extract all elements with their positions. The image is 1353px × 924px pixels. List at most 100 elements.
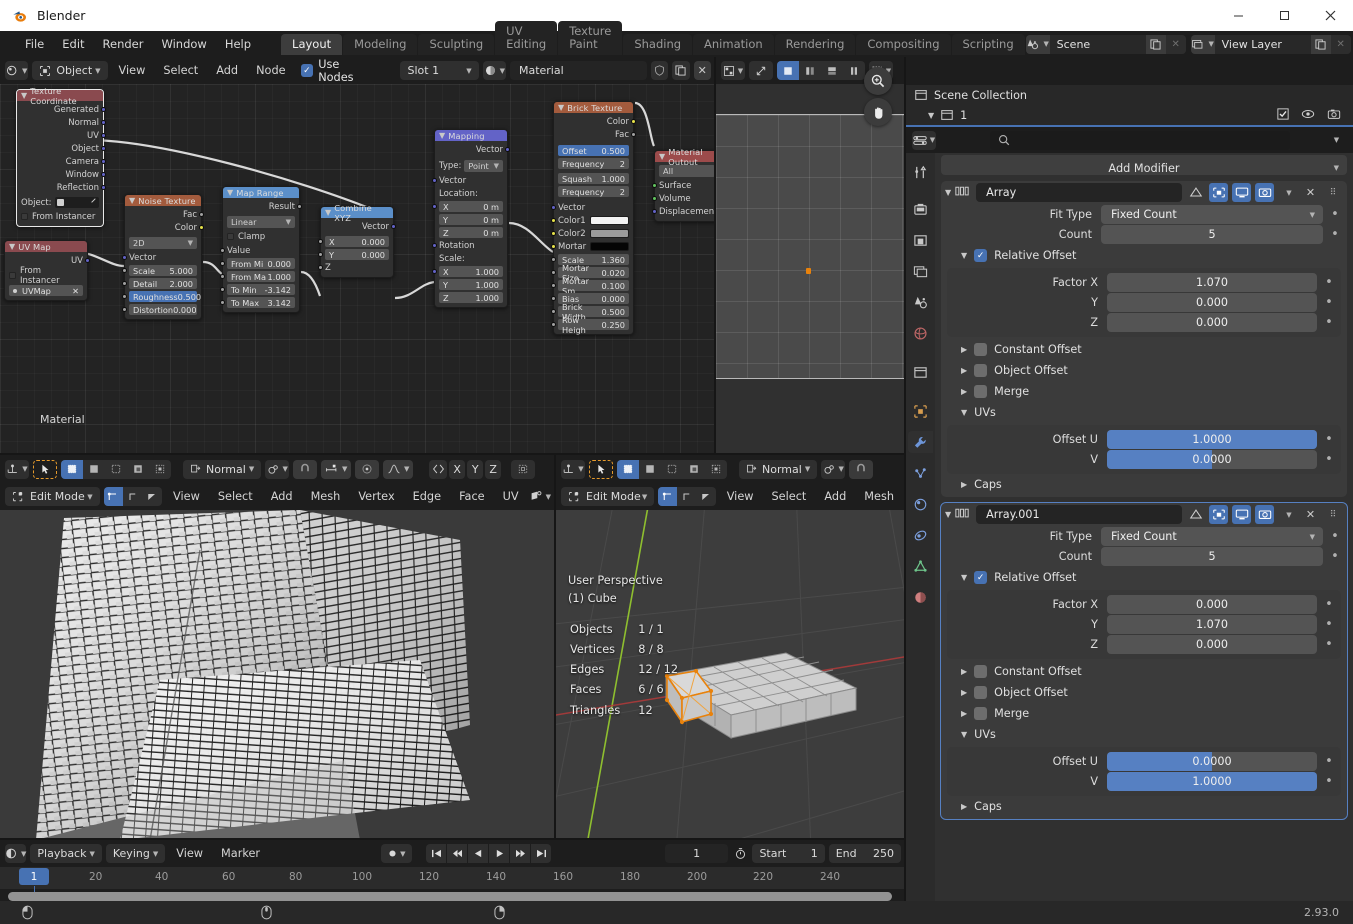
uvs-section[interactable]: ▼ UVs [941, 724, 1347, 745]
uv-menu-select[interactable]: Select [211, 488, 260, 505]
tab-object[interactable] [908, 400, 933, 422]
unlink-material-button[interactable]: ✕ [693, 61, 712, 80]
modifier-name-field[interactable]: Array.001 [976, 505, 1182, 524]
viewport-mesh-vertex-select-icon[interactable] [658, 487, 678, 506]
lock-x-button[interactable]: X [449, 459, 466, 479]
noise-detail-prop[interactable]: Detail 2.000 [129, 278, 197, 289]
viewport-subtract-select-icon[interactable] [661, 460, 683, 479]
viewport-mesh-edge-select-icon[interactable] [677, 487, 696, 506]
factor-z-field[interactable]: 0.000 [1107, 635, 1317, 654]
tab-material[interactable] [908, 586, 933, 608]
node-menu-view[interactable]: View [112, 62, 153, 79]
add-modifier-button[interactable]: Add Modifier ▼ [941, 155, 1347, 175]
collapse-triangle-icon[interactable]: ▶ [961, 387, 967, 396]
viewport-orientation-dropdown[interactable]: Normal ▼ [739, 459, 818, 479]
tab-particles[interactable] [908, 462, 933, 484]
fake-user-button[interactable] [650, 61, 669, 80]
select-all-icon[interactable] [149, 460, 171, 479]
location-y-prop[interactable]: Y 0 m [439, 214, 503, 225]
mirror-icon[interactable] [429, 459, 448, 479]
modifier-name-field[interactable]: Array [976, 183, 1182, 202]
fit-type-dropdown[interactable]: Fixed Count ▼ [1101, 527, 1323, 546]
timeline-playhead[interactable]: 1 [19, 868, 49, 885]
tab-output[interactable] [908, 229, 933, 251]
unlink-scene-button[interactable]: ✕ [1165, 34, 1186, 54]
animate-property-dot[interactable]: • [1329, 227, 1341, 242]
animate-property-dot[interactable]: • [1323, 452, 1335, 467]
factor-z-field[interactable]: 0.000 [1107, 313, 1317, 332]
brick-offset-prop[interactable]: Offset 0.500 [558, 145, 629, 156]
maximize-button[interactable] [1261, 0, 1307, 31]
viewport-invert-select-icon[interactable] [683, 460, 705, 479]
start-frame-field[interactable]: Start 1 [752, 844, 825, 863]
show-in-edit-mode-toggle[interactable] [1209, 183, 1228, 202]
from-max-prop[interactable]: From Ma 1.000 [227, 271, 295, 282]
uv-select-mode-group[interactable] [777, 61, 865, 80]
workspace-tab-animation[interactable]: Animation [693, 34, 774, 55]
mortar-smooth-prop[interactable]: Mortar Sm 0.100 [558, 276, 629, 296]
timeline-menu-marker[interactable]: Marker [214, 845, 267, 862]
delete-modifier-button[interactable]: ✕ [1301, 505, 1320, 524]
noise-scale-prop[interactable]: Scale 5.000 [129, 265, 197, 276]
animate-property-dot[interactable]: • [1323, 432, 1335, 447]
remove-view-layer-button[interactable]: ✕ [1330, 34, 1351, 54]
modifier-stack-panel[interactable]: Add Modifier ▼ ▼ Array ▼ ✕ ⠿ Fit Type Fi… [935, 153, 1353, 901]
node-canvas[interactable]: ▼ Texture Coordinate Generated Normal UV… [0, 84, 716, 455]
uv-vertex-select-icon[interactable] [777, 61, 799, 80]
use-preview-range-icon[interactable] [732, 844, 749, 863]
to-min-prop[interactable]: To Min -3.142 [227, 284, 295, 295]
falloff-dropdown[interactable]: ▼ [383, 459, 414, 479]
mesh-edge-select-icon[interactable] [123, 487, 142, 506]
tab-view-layer[interactable] [908, 260, 933, 282]
noise-distortion-prop[interactable]: Distortion 0.000 [129, 304, 197, 315]
modifier-extras-menu[interactable]: ▼ [1278, 505, 1297, 524]
editor-divider-right-panel[interactable] [904, 57, 906, 901]
modifier-drag-handle[interactable]: ⠿ [1324, 505, 1343, 524]
snap-target-dropdown[interactable]: ▼ [321, 459, 352, 479]
show-in-viewport-toggle[interactable] [1232, 183, 1251, 202]
object-offset-checkbox[interactable] [974, 364, 988, 377]
collapse-triangle-icon[interactable]: ▶ [961, 480, 967, 489]
relative-offset-checkbox[interactable]: ✓ [974, 249, 988, 262]
object-offset-section[interactable]: ▶ Object Offset [941, 360, 1347, 381]
node-texture-coordinate[interactable]: ▼ Texture Coordinate Generated Normal UV… [16, 86, 106, 227]
expand-triangle-icon[interactable]: ▼ [961, 573, 967, 582]
expand-triangle-icon[interactable]: ▼ [961, 408, 967, 417]
constant-offset-checkbox[interactable] [974, 665, 988, 678]
uv-menu-uv[interactable]: UV [496, 488, 526, 505]
pivot-point-button[interactable] [749, 61, 773, 80]
overlay-dropdown-button[interactable]: ▼ [530, 487, 551, 506]
uv-menu-mesh[interactable]: Mesh [304, 488, 348, 505]
animate-property-dot[interactable]: • [1323, 597, 1335, 612]
node-mapping[interactable]: ▼ Mapping Vector Type: Point ▼ Vector Loc… [432, 129, 510, 308]
fit-type-dropdown[interactable]: Fixed Count ▼ [1101, 205, 1323, 224]
expand-triangle-icon[interactable]: ▼ [945, 188, 951, 197]
node-header[interactable]: ▼ UV Map [5, 241, 87, 252]
tab-constraints[interactable] [908, 524, 933, 546]
node-header[interactable]: ▼ Mapping [435, 130, 507, 141]
collapse-triangle-icon[interactable]: ▶ [961, 345, 967, 354]
workspace-tab-texture-paint[interactable]: Texture Paint [558, 21, 623, 55]
lock-y-button[interactable]: Y [467, 459, 484, 479]
viewport-menu-add[interactable]: Add [817, 488, 853, 505]
close-button[interactable] [1307, 0, 1353, 31]
mesh-face-select-icon[interactable] [143, 487, 162, 506]
tab-render[interactable] [908, 198, 933, 220]
tab-modifiers[interactable] [908, 431, 933, 453]
uv-menu-view[interactable]: View [166, 488, 207, 505]
color1-swatch[interactable] [589, 216, 629, 225]
mesh-vertex-select-icon[interactable] [103, 487, 124, 506]
tab-object-data[interactable] [908, 555, 933, 577]
uv-menu-face[interactable]: Face [452, 488, 492, 505]
node-uv-map[interactable]: ▼ UV Map UV From Instancer UVMap ✕ [4, 240, 90, 301]
show-in-render-toggle[interactable] [1255, 183, 1274, 202]
jump-end-button[interactable] [531, 844, 552, 863]
workspace-tab-rendering[interactable]: Rendering [774, 34, 856, 55]
location-x-prop[interactable]: X 0 m [439, 201, 503, 212]
delete-modifier-button[interactable]: ✕ [1301, 183, 1320, 202]
show-in-edit-mode-toggle[interactable] [1209, 505, 1228, 524]
viewport-mode-dropdown[interactable]: Edit Mode ▼ [561, 487, 655, 506]
box-select-icon[interactable] [83, 460, 105, 479]
play-reverse-button[interactable] [468, 844, 489, 863]
new-scene-button[interactable] [1145, 34, 1166, 54]
